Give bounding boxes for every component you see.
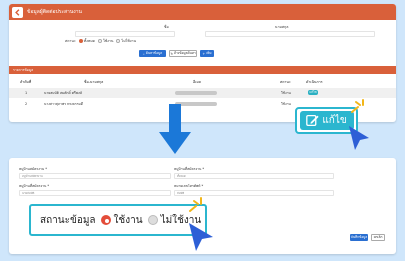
name-filter: ชื่อ (164, 24, 169, 30)
radio-unchecked-icon (147, 215, 158, 225)
row-name: นางสาวสุภาพร ทรงธรรมดี (44, 102, 83, 106)
row-status: ใช้งาน (281, 102, 291, 106)
col-header-email: อีเมล (193, 80, 201, 84)
email-placeholder-bar (175, 91, 217, 95)
search-icon: ⌕ (142, 51, 145, 56)
radio-checked-icon (100, 215, 111, 225)
row-no: 2 (25, 102, 28, 106)
status-option-all[interactable]: ทั้งหมด (78, 38, 95, 44)
surname-filter: นามสกุล (275, 24, 288, 30)
spark-icon (351, 99, 364, 113)
field-label: หมายเลขโทรศัพท์ * (174, 184, 204, 188)
panel-title: ข้อมูลผู้ติดต่อประสานงาน (27, 9, 82, 15)
back-arrow-icon (15, 8, 20, 16)
col-header-no: ลำดับที่ (20, 80, 32, 84)
status-filter-label: สถานะ (65, 39, 76, 43)
down-arrow-icon (159, 104, 191, 154)
status-filter: สถานะ ทั้งหมด ใช้งาน ไม่ใช้งาน (65, 38, 136, 44)
col-header-status: สถานะ (280, 80, 291, 84)
add-button[interactable]: + เพิ่ม (200, 50, 214, 57)
field-label: หมู่บ้านที่สมัครงาน * (174, 167, 205, 171)
panel-header: ข้อมูลผู้ติดต่อประสานงาน (9, 4, 396, 20)
status-option-inactive[interactable]: ไม่ใช้งาน (116, 38, 136, 44)
surname-filter-label: นามสกุล (275, 25, 289, 29)
village-select[interactable]: หมู่บ้านสมัครงาน (19, 173, 171, 179)
clear-button[interactable]: ↻ ล้างข้อมูลค้นหา (169, 50, 197, 57)
col-header-name: ชื่อ-นามสกุล (84, 80, 104, 84)
row-status: ใช้งาน (281, 91, 291, 95)
surname-input[interactable] (205, 31, 375, 37)
edit-callout-label: แก้ไข (322, 115, 347, 126)
status-callout-label: สถานะข้อมูล (40, 214, 96, 226)
row-no: 1 (25, 91, 28, 95)
field-label: หมู่บ้านที่สมัครงาน * (19, 184, 50, 188)
back-button[interactable] (12, 6, 23, 18)
name-input[interactable] (75, 31, 175, 37)
edit-button[interactable]: แก้ไข (308, 90, 318, 95)
search-button[interactable]: ⌕ ค้นหาข้อมูล (139, 50, 166, 57)
radio-off-icon (116, 39, 121, 43)
status-option-active[interactable]: ใช้งาน (100, 213, 143, 228)
field-label: หมู่บ้านสมัครงาน * (19, 167, 47, 171)
plus-icon: + (202, 51, 206, 56)
spark-icon (189, 197, 202, 212)
name-field[interactable]: นายสมบัติ (19, 190, 171, 196)
row-name: นายสมบัติ สมศักดิ์ ศรีพงษ์ (44, 91, 82, 95)
cursor-icon (189, 223, 213, 251)
save-button[interactable]: บันทึกข้อมูล (350, 234, 368, 241)
cursor-icon (349, 126, 369, 150)
refresh-icon: ↻ (170, 51, 173, 56)
section-title: รายการข้อมูล (9, 66, 396, 74)
contact-list-panel: ข้อมูลผู้ติดต่อประสานงาน ชื่อ นามสกุล สถ… (9, 4, 396, 122)
name-filter-label: ชื่อ (164, 25, 169, 29)
edit-icon (306, 114, 319, 127)
cancel-button[interactable]: ยกเลิก (371, 234, 385, 241)
village-apply-select[interactable]: ทั้งหมด (174, 173, 334, 179)
radio-off-icon (97, 39, 102, 43)
status-option-active[interactable]: ใช้งาน (97, 38, 113, 44)
table-row: 1 นายสมบัติ สมศักดิ์ ศรีพงษ์ ใช้งาน แก้ไ… (9, 88, 396, 98)
col-header-action: ดำเนินการ (306, 80, 323, 84)
radio-on-icon (78, 39, 83, 43)
status-callout: สถานะข้อมูล ใช้งาน ไม่ใช้งาน (29, 204, 207, 236)
